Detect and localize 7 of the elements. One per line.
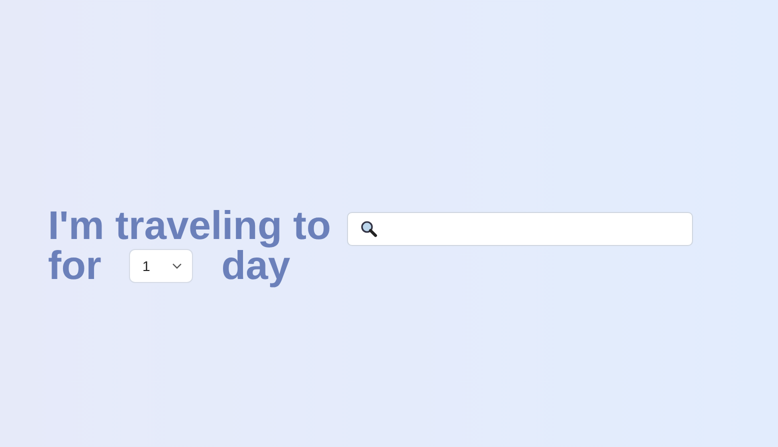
headline-text: I'm traveling to [48, 206, 331, 246]
chevron-down-icon [172, 263, 182, 269]
headline-text: for [48, 246, 102, 286]
headline-text: day [221, 246, 290, 286]
search-field[interactable] [346, 212, 693, 246]
magnifier-icon [360, 220, 378, 238]
days-dropdown[interactable]: 1 [129, 249, 194, 283]
